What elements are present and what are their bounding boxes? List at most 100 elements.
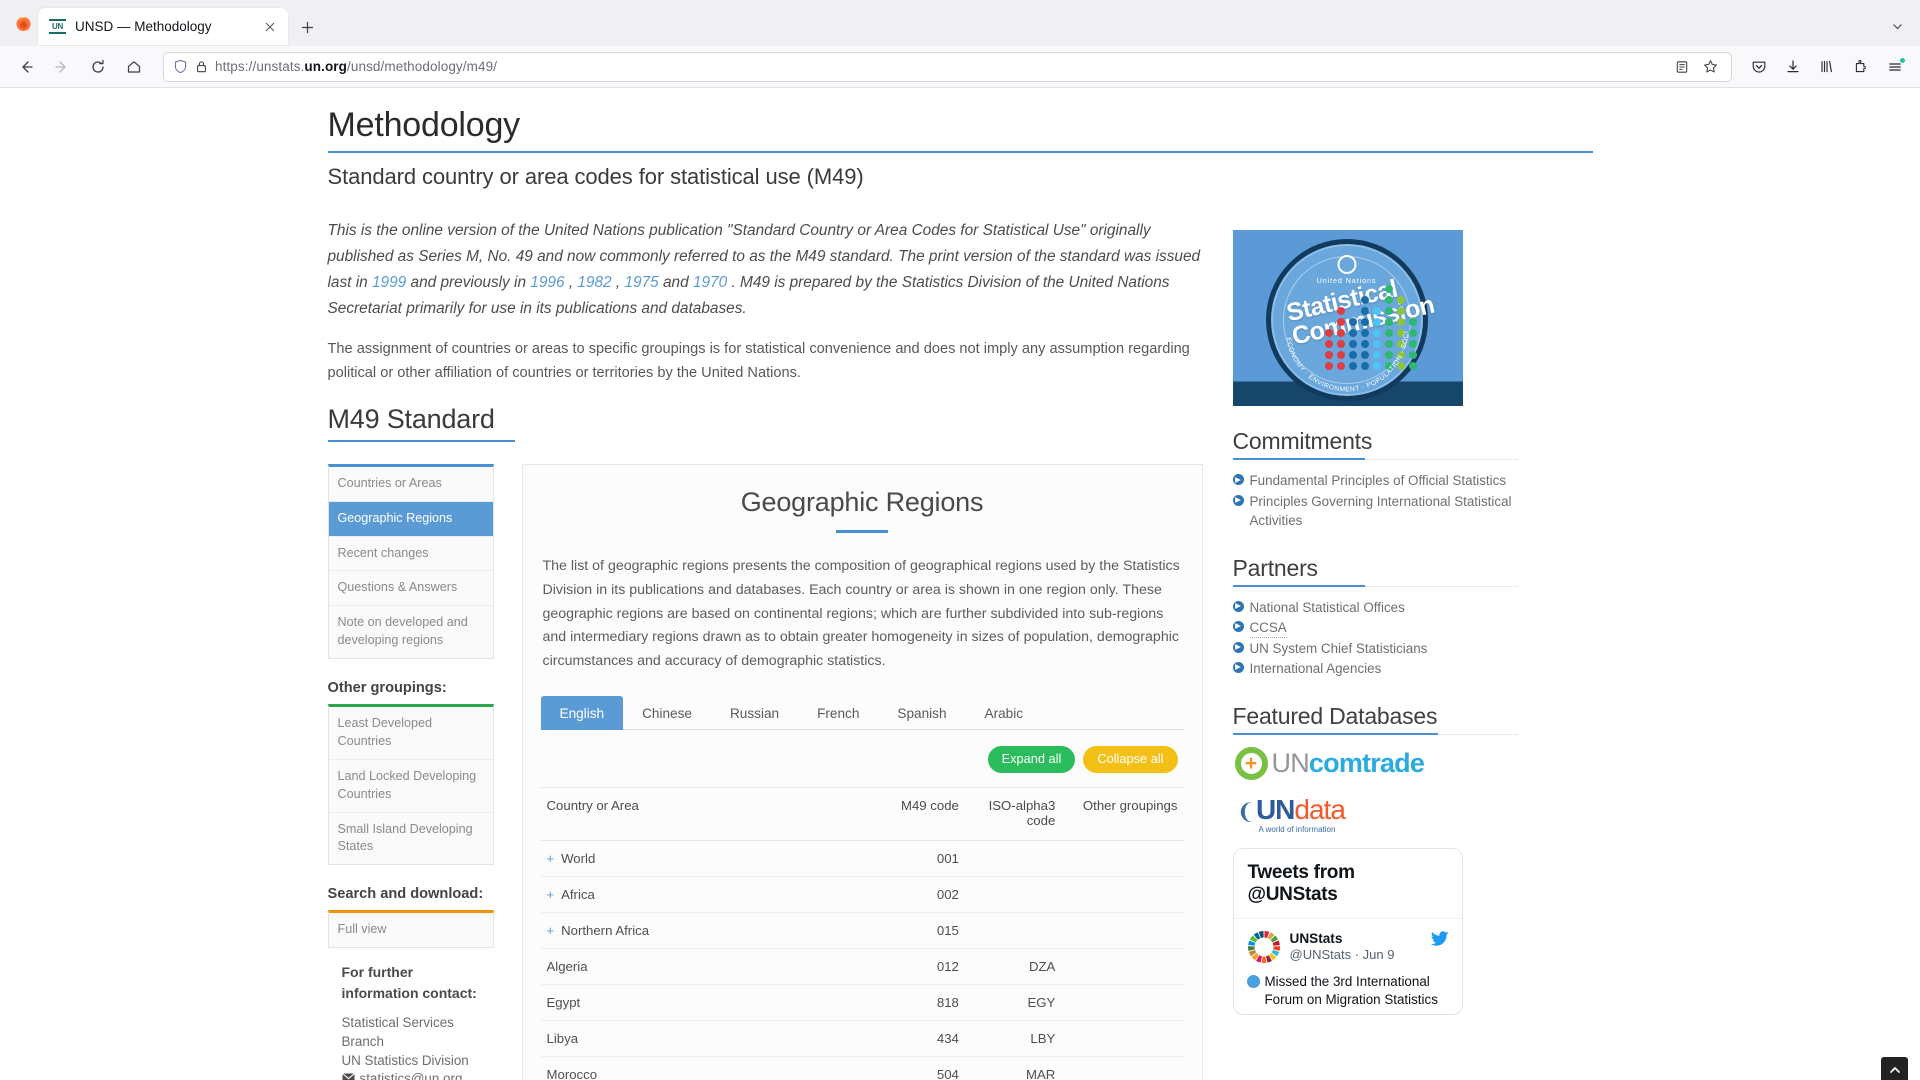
scroll-to-top-button[interactable] — [1881, 1056, 1908, 1080]
sidebar-item-4[interactable]: Note on developed and developing regions — [329, 606, 493, 658]
partner-link-3[interactable]: ▶ International Agencies — [1232, 659, 1518, 678]
content-row: Countries or Areas Geographic Regions Rece… — [327, 463, 1203, 1080]
grouping-item-label: Least Developed Countries — [337, 716, 433, 748]
contact-division: UN Statistics Division — [341, 1052, 469, 1068]
partner-link-label: UN System Chief Statisticians — [1249, 640, 1428, 656]
year-link-1999[interactable]: 1999 — [372, 274, 406, 291]
page-columns: This is the online version of the United… — [327, 218, 1593, 1080]
table-row[interactable]: Libya 434 LBY — [540, 1020, 1184, 1057]
expand-plus-icon[interactable]: + — [547, 887, 555, 902]
tab-french[interactable]: French — [798, 696, 878, 730]
partner-link-1[interactable]: ▶ CCSA — [1232, 618, 1518, 638]
table-row[interactable]: Algeria 012 DZA — [540, 948, 1184, 985]
grouping-item-2[interactable]: Small Island Developing States — [329, 813, 493, 865]
left-navigation: Countries or Areas Geographic Regions Rece… — [327, 463, 494, 1080]
browser-tab[interactable]: UN UNSD — Methodology — [38, 8, 288, 45]
reload-icon[interactable] — [81, 51, 115, 83]
sidebar-item-3[interactable]: Questions & Answers — [328, 571, 493, 607]
sidebar-item-1[interactable]: Geographic Regions — [328, 501, 493, 537]
commitment-link-label: Fundamental Principles of Official Stati… — [1249, 473, 1507, 489]
section-title-m49: M49 Standard — [327, 403, 495, 434]
expand-all-button[interactable]: Expand all — [987, 745, 1076, 773]
collapse-all-button[interactable]: Collapse all — [1083, 745, 1178, 773]
tab-spanish[interactable]: Spanish — [878, 696, 965, 730]
forward-icon[interactable] — [45, 51, 79, 83]
close-tab-icon[interactable] — [259, 16, 280, 37]
downloads-icon[interactable] — [1776, 51, 1809, 83]
undata-logo[interactable]: ❨ UN data A world of information — [1237, 795, 1518, 834]
contact-heading: For further information contact: — [341, 964, 477, 1001]
cell-iso: LBY — [964, 1020, 1062, 1057]
table-row[interactable]: Morocco 504 MAR — [540, 1056, 1184, 1080]
grouping-item-label: Land Locked Developing Countries — [337, 768, 477, 801]
year-link-1996[interactable]: 1996 — [530, 274, 564, 291]
extensions-icon[interactable] — [1844, 51, 1877, 83]
partner-link-2[interactable]: ▶ UN System Chief Statisticians — [1232, 639, 1518, 658]
tweet-header: UNStats @UNStats · Jun 9 — [1247, 930, 1449, 964]
page-title: Methodology — [327, 106, 1593, 154]
library-icon[interactable] — [1810, 51, 1843, 83]
cell-m49: 002 — [836, 876, 965, 913]
address-bar[interactable]: https://unstats.un.org/unsd/methodology/… — [163, 51, 1732, 82]
grouping-item-0[interactable]: Least Developed Countries — [328, 707, 493, 760]
reader-mode-icon[interactable] — [1668, 54, 1695, 80]
contact-email[interactable]: statistics@un.org — [360, 1071, 463, 1080]
pocket-icon[interactable] — [1742, 51, 1775, 83]
tweet-author-name[interactable]: UNStats — [1290, 930, 1421, 947]
arrow-bullet-icon: ▶ — [1232, 600, 1244, 612]
intro-sep-3: and — [658, 274, 693, 292]
statistical-commission-banner[interactable]: United Nations Statistical Commission EC… — [1232, 230, 1463, 407]
tab-title: UNSD — Methodology — [75, 19, 212, 34]
menu-icon[interactable] — [1878, 51, 1911, 83]
contact-email-row[interactable]: statistics@un.org — [341, 1071, 494, 1080]
back-icon[interactable] — [9, 51, 43, 83]
intro-sep-1: , — [564, 274, 578, 292]
contact-box: For further information contact: Statist… — [328, 948, 494, 1080]
panel-description: The list of geographic regions presents … — [542, 557, 1180, 670]
twitter-widget-body: UNStats @UNStats · Jun 9 Missed the 3rd … — [1234, 919, 1462, 1014]
twitter-bird-icon[interactable] — [1430, 930, 1449, 952]
twitter-widget-header[interactable]: Tweets from @UNStats — [1233, 849, 1462, 919]
year-link-1970[interactable]: 1970 — [693, 274, 727, 291]
table-row[interactable]: + Northern Africa 015 — [540, 912, 1184, 949]
tab-arabic[interactable]: Arabic — [966, 696, 1043, 730]
partner-link-0[interactable]: ▶ National Statistical Offices — [1232, 598, 1518, 617]
cell-m49: 434 — [836, 1020, 965, 1057]
uncomtrade-logo[interactable]: + UNcomtrade — [1234, 746, 1518, 780]
intro-sep-2: , — [611, 274, 625, 292]
cell-iso: MAR — [964, 1056, 1062, 1080]
partner-link-label: CCSA — [1249, 618, 1287, 638]
year-link-1982[interactable]: 1982 — [577, 274, 611, 291]
search-item-0[interactable]: Full view — [329, 913, 493, 947]
grouping-item-1[interactable]: Land Locked Developing Countries — [328, 760, 493, 813]
expand-plus-icon[interactable]: + — [547, 851, 555, 866]
sidebar-item-0[interactable]: Countries or Areas — [328, 467, 493, 502]
intro-paragraph: This is the online version of the United… — [328, 218, 1203, 322]
commitment-link-0[interactable]: ▶ Fundamental Principles of Official Stat… — [1232, 471, 1518, 490]
table-row[interactable]: + Africa 002 — [540, 876, 1184, 913]
column-header-country: Country or Area — [540, 786, 837, 841]
tab-chinese[interactable]: Chinese — [623, 696, 711, 730]
tracking-protection-shield-icon[interactable] — [173, 59, 188, 74]
twitter-widget: Tweets from @UNStats UNStats @UNStats · … — [1232, 847, 1463, 1015]
home-icon[interactable] — [117, 51, 151, 83]
other-groupings-heading: Other groupings: — [327, 680, 447, 697]
sidebar-item-2[interactable]: Recent changes — [328, 537, 493, 572]
cell-iso — [964, 876, 1062, 913]
table-row[interactable]: Egypt 818 EGY — [540, 984, 1184, 1021]
bookmark-star-icon[interactable] — [1697, 54, 1724, 80]
tab-english[interactable]: English — [540, 696, 624, 730]
un-favicon-label: UN — [49, 19, 66, 34]
list-all-tabs-icon[interactable] — [1880, 10, 1914, 43]
expand-plus-icon[interactable]: + — [547, 923, 555, 938]
disclaimer-paragraph: The assignment of countries or areas to … — [327, 340, 1190, 381]
web-page: Methodology Standard country or area cod… — [0, 88, 1920, 1080]
tab-russian[interactable]: Russian — [711, 696, 798, 730]
svg-text:ECONOMY · ENVIRONMENT · POPULA: ECONOMY · ENVIRONMENT · POPULATION · SOC… — [1271, 244, 1410, 393]
page-viewport: Methodology Standard country or area cod… — [0, 88, 1920, 1080]
new-tab-button[interactable] — [291, 11, 324, 44]
table-row[interactable]: + World 001 — [540, 840, 1184, 877]
commitment-link-1[interactable]: ▶ Principles Governing International Stat… — [1232, 492, 1518, 530]
year-link-1975[interactable]: 1975 — [624, 274, 658, 291]
avatar[interactable] — [1247, 930, 1281, 964]
